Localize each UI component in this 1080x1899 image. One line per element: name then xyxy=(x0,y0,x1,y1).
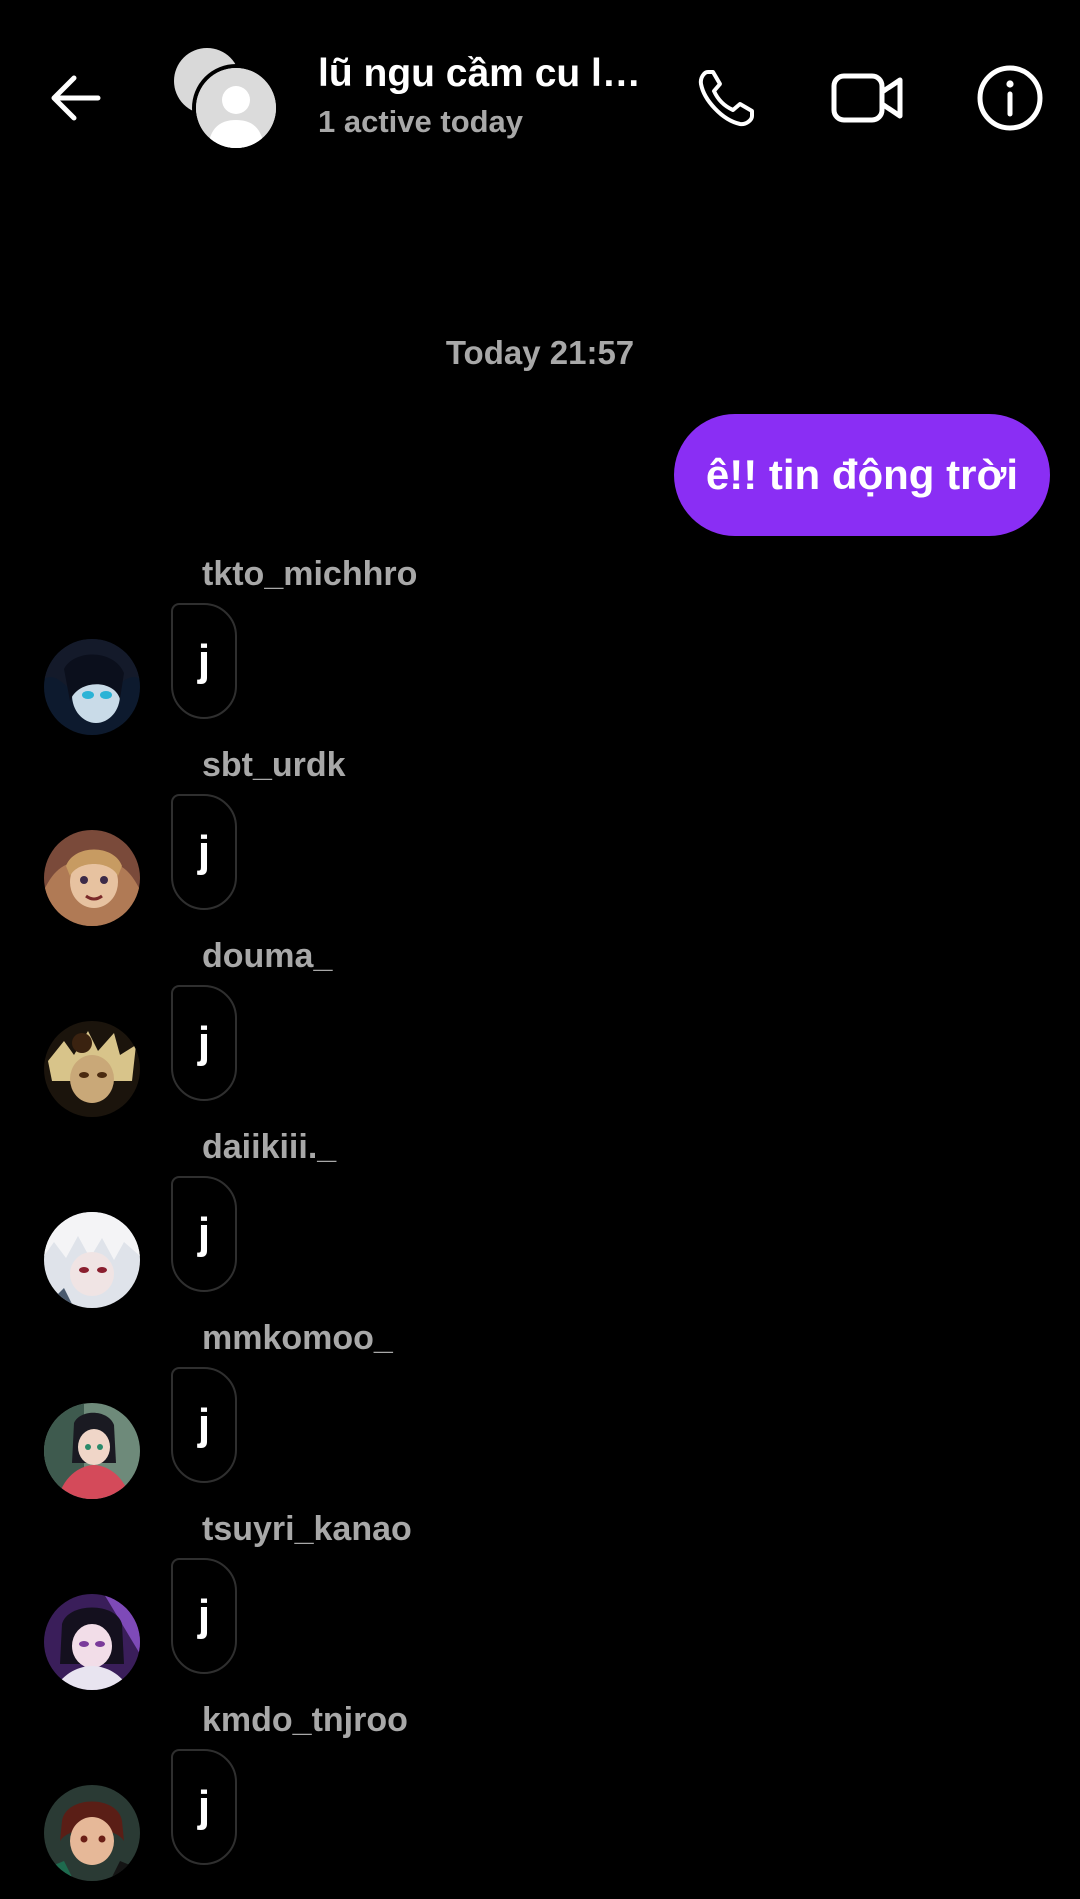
message-group: tsuyri_kanao j xyxy=(0,1510,1080,1700)
received-message-bubble[interactable]: j xyxy=(171,603,237,719)
received-message-bubble[interactable]: j xyxy=(171,1176,237,1292)
active-status: 1 active today xyxy=(318,104,524,139)
message-group: sbt_urdk j xyxy=(0,746,1080,936)
group-avatar[interactable] xyxy=(172,44,280,152)
info-icon xyxy=(977,65,1043,131)
chat-title: lũ ngu cầm cu là ... xyxy=(318,52,658,95)
message-group: mmkomoo_ j xyxy=(0,1319,1080,1509)
sender-avatar[interactable] xyxy=(44,1785,140,1881)
info-button[interactable] xyxy=(968,56,1052,140)
avatar-image xyxy=(44,1021,140,1117)
avatar-image xyxy=(44,639,140,735)
sender-avatar[interactable] xyxy=(44,1594,140,1690)
sender-avatar[interactable] xyxy=(44,1403,140,1499)
sender-name: kmdo_tnjroo xyxy=(202,1701,408,1739)
sender-name: mmkomoo_ xyxy=(202,1319,393,1357)
sender-avatar[interactable] xyxy=(44,830,140,926)
avatar-front xyxy=(192,64,280,152)
message-group: daiikiii._ j xyxy=(0,1128,1080,1318)
sender-name: tkto_michhro xyxy=(202,555,418,593)
video-call-button[interactable] xyxy=(826,56,910,140)
sender-name: sbt_urdk xyxy=(202,746,346,784)
sender-avatar[interactable] xyxy=(44,1021,140,1117)
default-user-icon xyxy=(196,68,276,148)
thread-timestamp: Today 21:57 xyxy=(445,334,635,371)
received-message-bubble[interactable]: j xyxy=(171,1367,237,1483)
phone-icon xyxy=(698,70,754,127)
sent-message-bubble[interactable]: ê!! tin động trời xyxy=(673,414,1050,536)
sender-name: douma_ xyxy=(202,937,333,975)
chat-header: lũ ngu cầm cu là ... 1 active today xyxy=(0,0,1080,200)
avatar-image xyxy=(44,1212,140,1308)
message-group: kmdo_tnjroo j xyxy=(0,1701,1080,1891)
received-message-bubble[interactable]: j xyxy=(171,794,237,910)
message-group: tkto_michhro j xyxy=(0,555,1080,745)
back-arrow-icon xyxy=(51,75,101,121)
title-block[interactable]: lũ ngu cầm cu là ... 1 active today xyxy=(318,50,658,142)
avatar-image xyxy=(44,1594,140,1690)
sender-name: daiikiii._ xyxy=(202,1128,337,1166)
sender-avatar[interactable] xyxy=(44,639,140,735)
received-message-bubble[interactable]: j xyxy=(171,1749,237,1865)
audio-call-button[interactable] xyxy=(684,56,768,140)
received-message-bubble[interactable]: j xyxy=(171,1558,237,1674)
back-button[interactable] xyxy=(38,60,114,136)
sender-avatar[interactable] xyxy=(44,1212,140,1308)
video-camera-icon xyxy=(831,73,903,123)
avatar-image xyxy=(44,1785,140,1881)
sender-name: tsuyri_kanao xyxy=(202,1510,412,1548)
avatar-image xyxy=(44,830,140,926)
avatar-image xyxy=(44,1403,140,1499)
message-group: douma_ j xyxy=(0,937,1080,1127)
received-message-bubble[interactable]: j xyxy=(171,985,237,1101)
